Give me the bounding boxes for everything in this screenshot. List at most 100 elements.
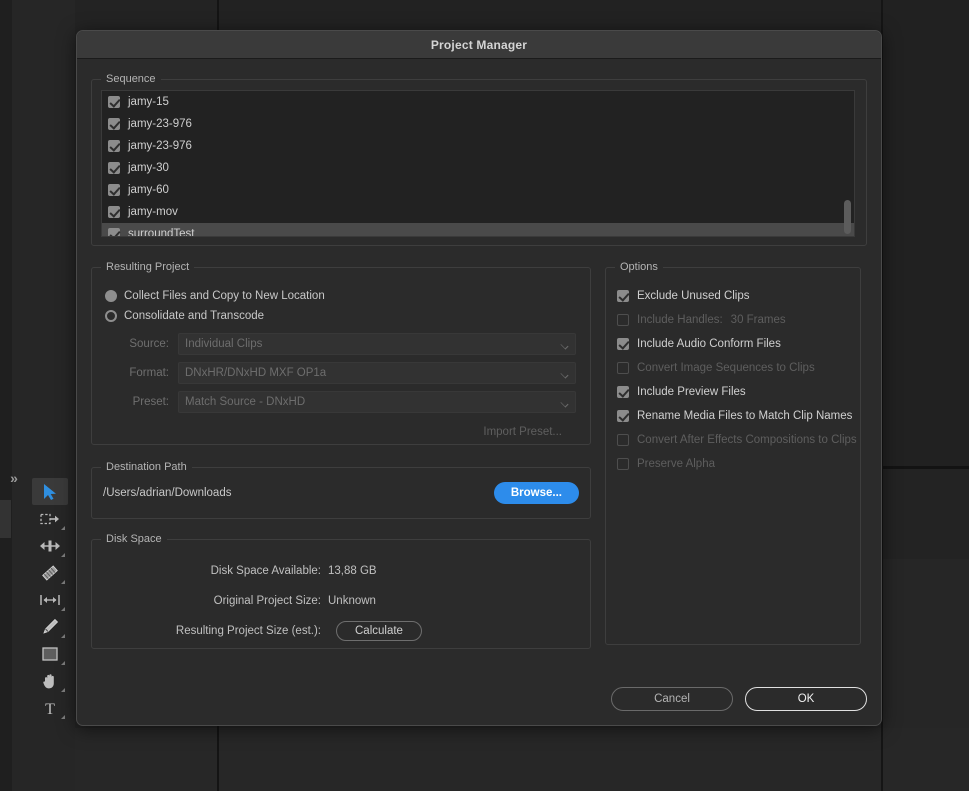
sequence-list-item[interactable]: jamy-mov [102, 201, 854, 223]
dialog-columns: Resulting Project Collect Files and Copy… [91, 261, 867, 649]
slip-tool[interactable] [32, 586, 68, 613]
disk-space-rows: Disk Space Available: 13,88 GB Original Pr… [92, 556, 590, 646]
dialog-titlebar: Project Manager [77, 31, 881, 59]
option-label: Preserve Alpha [637, 458, 715, 470]
destination-path-legend: Destination Path [101, 461, 192, 473]
sequence-item-checkbox[interactable] [108, 184, 120, 196]
rectangle-tool[interactable] [32, 640, 68, 667]
sequence-group: Sequence jamy-15 jamy-23-976 jamy-23-976 ja… [91, 73, 867, 246]
dialog-footer: Cancel OK [77, 687, 881, 725]
sequence-item-checkbox[interactable] [108, 118, 120, 130]
disk-space-label: Resulting Project Size (est.): [175, 625, 321, 637]
sequence-list-item[interactable]: jamy-60 [102, 179, 854, 201]
option-checkbox[interactable] [617, 290, 629, 302]
tool-flyout-corner-icon [61, 553, 65, 557]
option-label: Include Preview Files [637, 386, 746, 398]
sequence-item-label: jamy-23-976 [128, 140, 192, 152]
radio-label: Consolidate and Transcode [124, 310, 265, 322]
option-value: 30 Frames [730, 314, 786, 326]
browse-button[interactable]: Browse... [493, 482, 579, 504]
option-checkbox[interactable] [617, 386, 629, 398]
dropdown-value: Individual Clips [185, 338, 263, 350]
track-select-forward-tool[interactable] [32, 505, 68, 532]
calculate-button[interactable]: Calculate [336, 621, 422, 641]
selection-tool[interactable] [32, 478, 68, 505]
sequence-list-item[interactable]: jamy-30 [102, 157, 854, 179]
sequence-item-label: jamy-60 [128, 184, 169, 196]
tool-flyout-corner-icon [61, 526, 65, 530]
expand-panel-chevron-icon[interactable]: » [4, 467, 22, 489]
disk-space-label: Original Project Size: [213, 595, 321, 607]
tool-flyout-corner-icon [61, 607, 65, 611]
sequence-legend: Sequence [101, 73, 161, 85]
option-checkbox [617, 434, 629, 446]
chevron-down-icon [560, 399, 569, 408]
dropdown-value: DNxHR/DNxHD MXF OP1a [185, 367, 327, 379]
option-label: Exclude Unused Clips [637, 290, 750, 302]
option-row[interactable]: Include Preview Files [606, 380, 860, 404]
option-row[interactable]: Exclude Unused Clips [606, 284, 860, 308]
field-label: Format: [129, 367, 169, 379]
resulting-project-radio[interactable]: Collect Files and Copy to New Location [92, 286, 590, 306]
tool-flyout-corner-icon [61, 580, 65, 584]
background-left-strip [0, 0, 12, 791]
ripple-edit-tool[interactable] [32, 532, 68, 559]
resulting-project-group: Resulting Project Collect Files and Copy… [91, 261, 591, 445]
background-left-strip-lower [0, 728, 12, 791]
tool-flyout-corner-icon [61, 634, 65, 638]
option-row[interactable]: Include Audio Conform Files [606, 332, 860, 356]
disk-space-label: Disk Space Available: [210, 565, 321, 577]
sequence-list[interactable]: jamy-15 jamy-23-976 jamy-23-976 jamy-30 jamy… [101, 90, 855, 237]
tool-flyout-corner-icon [61, 661, 65, 665]
option-label: Include Audio Conform Files [637, 338, 781, 350]
sequence-item-label: jamy-30 [128, 162, 169, 174]
sequence-item-label: jamy-23-976 [128, 118, 192, 130]
background-collapsed-tab[interactable] [0, 500, 11, 538]
option-label: Convert After Effects Compositions to Cl… [637, 434, 857, 446]
option-checkbox[interactable] [617, 338, 629, 350]
razor-tool[interactable] [32, 559, 68, 586]
cancel-button[interactable]: Cancel [611, 687, 733, 711]
sequence-list-item[interactable]: jamy-23-976 [102, 113, 854, 135]
radio-indicator[interactable] [105, 290, 117, 302]
sequence-item-checkbox[interactable] [108, 206, 120, 218]
tool-flyout-corner-icon [61, 688, 65, 692]
sequence-list-item[interactable]: jamy-15 [102, 91, 854, 113]
pen-tool[interactable] [32, 613, 68, 640]
disk-space-row: Resulting Project Size (est.): Calculate [92, 616, 590, 646]
disk-space-value: Unknown [328, 595, 376, 607]
disk-space-row: Disk Space Available: 13,88 GB [92, 556, 590, 586]
ok-button[interactable]: OK [745, 687, 867, 711]
destination-path-group: Destination Path /Users/adrian/Downloads… [91, 461, 591, 519]
scrollbar-thumb[interactable] [844, 200, 851, 234]
option-label: Include Handles: [637, 314, 723, 326]
type-tool[interactable]: T [32, 694, 68, 721]
sequence-item-checkbox[interactable] [108, 96, 120, 108]
left-column: Resulting Project Collect Files and Copy… [91, 261, 591, 649]
sequence-item-label: surroundTest [128, 228, 195, 237]
options-legend: Options [615, 261, 663, 273]
option-checkbox [617, 362, 629, 374]
tools-panel: T [32, 478, 70, 721]
sequence-list-item[interactable]: surroundTest [102, 223, 854, 237]
chevron-down-icon [560, 370, 569, 379]
option-checkbox[interactable] [617, 410, 629, 422]
resulting-project-field-list: Source: Individual Clips Format: DNxHR/DNxH… [92, 333, 590, 413]
option-label: Rename Media Files to Match Clip Names [637, 410, 853, 422]
dialog-title: Project Manager [430, 37, 528, 52]
sequence-list-scrollbar[interactable] [842, 93, 852, 236]
disk-space-row: Original Project Size: Unknown [92, 586, 590, 616]
option-row: Convert After Effects Compositions to Cl… [606, 428, 860, 452]
sequence-item-checkbox[interactable] [108, 140, 120, 152]
option-row[interactable]: Rename Media Files to Match Clip Names [606, 404, 860, 428]
resulting-project-radio[interactable]: Consolidate and Transcode [92, 306, 590, 326]
sequence-item-checkbox[interactable] [108, 228, 120, 236]
import-preset-button: Import Preset... [483, 426, 562, 438]
hand-tool[interactable] [32, 667, 68, 694]
sequence-item-checkbox[interactable] [108, 162, 120, 174]
radio-indicator[interactable] [105, 310, 117, 322]
sequence-list-item[interactable]: jamy-23-976 [102, 135, 854, 157]
radio-label: Collect Files and Copy to New Location [124, 290, 325, 302]
sequence-item-label: jamy-15 [128, 96, 169, 108]
dropdown-value: Match Source - DNxHD [185, 396, 306, 408]
